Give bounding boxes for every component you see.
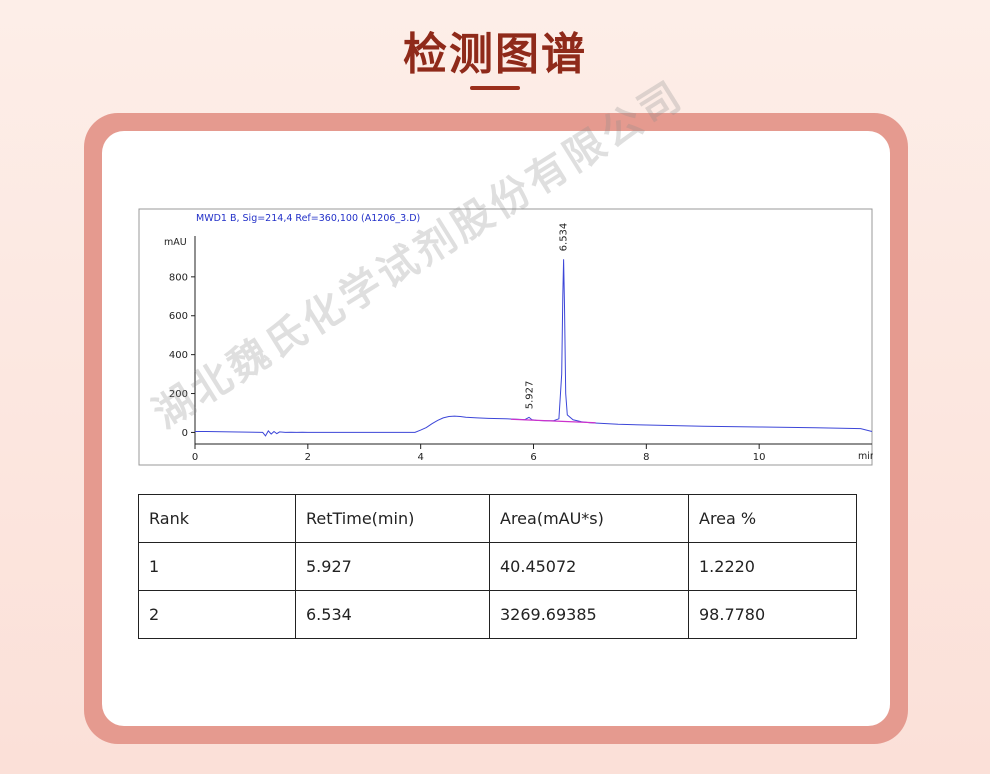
table-header-row: Rank RetTime(min) Area(mAU*s) Area % [138, 494, 857, 543]
x-tick-label: 0 [192, 452, 198, 463]
x-tick-label: 2 [305, 452, 311, 463]
x-tick-label: 10 [753, 452, 766, 463]
y-tick-label: 0 [182, 428, 188, 439]
header-area: Area(mAU*s) [489, 494, 689, 543]
table-row: 1 5.927 40.45072 1.2220 [138, 542, 857, 591]
header-area-percent: Area % [688, 494, 857, 543]
x-tick-label: 8 [643, 452, 649, 463]
page-title: 检测图谱 [403, 29, 587, 80]
integration-baseline [510, 418, 596, 424]
peak-label: 6.534 [559, 223, 570, 252]
cell-area: 3269.69385 [489, 590, 689, 639]
y-axis-label: mAU [164, 237, 187, 248]
title-underline [470, 86, 520, 90]
cell-rettime: 6.534 [295, 590, 490, 639]
results-table: Rank RetTime(min) Area(mAU*s) Area % 1 5… [138, 494, 857, 639]
cell-area: 40.45072 [489, 542, 689, 591]
cell-rank: 1 [138, 542, 296, 591]
y-tick-label: 800 [169, 272, 188, 283]
cell-rettime: 5.927 [295, 542, 490, 591]
cell-area-percent: 1.2220 [688, 542, 857, 591]
cell-rank: 2 [138, 590, 296, 639]
y-tick-label: 400 [169, 350, 188, 361]
header-rettime: RetTime(min) [295, 494, 490, 543]
axes: 0 200 400 600 800 0 2 4 6 8 10 [169, 236, 872, 463]
table-row: 2 6.534 3269.69385 98.7780 [138, 590, 857, 639]
cell-area-percent: 98.7780 [688, 590, 857, 639]
x-axis-label: min [858, 451, 873, 462]
chromatogram-svg: MWD1 B, Sig=214,4 Ref=360,100 (A1206_3.D… [138, 208, 873, 466]
y-tick-label: 200 [169, 389, 188, 400]
y-tick-label: 600 [169, 311, 188, 322]
x-tick-label: 4 [417, 452, 423, 463]
chromatogram: MWD1 B, Sig=214,4 Ref=360,100 (A1206_3.D… [138, 208, 873, 466]
header-rank: Rank [138, 494, 296, 543]
x-tick-label: 6 [530, 452, 536, 463]
chart-title: MWD1 B, Sig=214,4 Ref=360,100 (A1206_3.D… [196, 213, 420, 224]
peak-label: 5.927 [524, 381, 535, 410]
